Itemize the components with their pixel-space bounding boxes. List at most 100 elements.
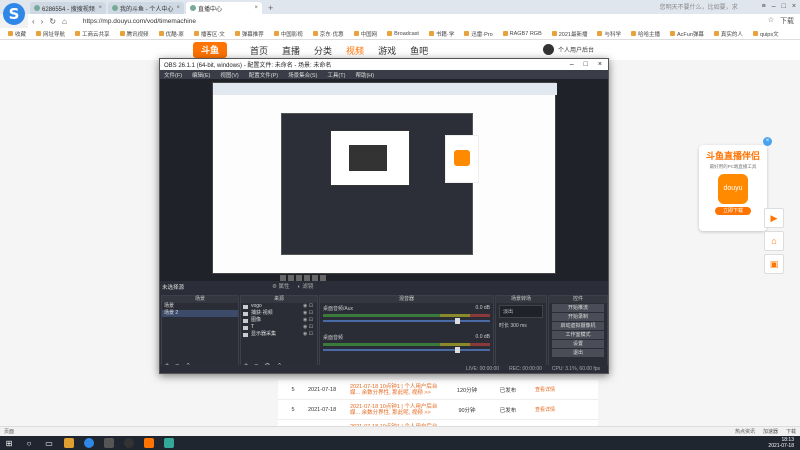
avatar[interactable] bbox=[543, 44, 554, 55]
douyu-logo[interactable]: 斗鱼 bbox=[193, 42, 227, 58]
control-button[interactable]: 退出 bbox=[552, 349, 604, 357]
bookmark-item[interactable]: 网址导航 bbox=[36, 30, 65, 38]
browser-logo[interactable]: S bbox=[3, 3, 25, 25]
tab-profile[interactable]: 我的斗鱼 - 个人中心 × bbox=[108, 2, 184, 14]
bookmark-item[interactable]: 收藏 bbox=[8, 30, 26, 38]
obs-menu-item[interactable]: 工具(T) bbox=[327, 71, 345, 79]
bookmark-item[interactable]: 真实的人 bbox=[713, 30, 743, 38]
home-icon[interactable]: ⌂ bbox=[62, 17, 67, 26]
source-item[interactable]: T ◉ ⊡ bbox=[241, 324, 317, 331]
browser-taskbar-icon[interactable] bbox=[84, 438, 94, 448]
source-item[interactable]: 图像 ◉ ⊡ bbox=[241, 317, 317, 324]
bookmark-item[interactable]: 书籍·学 bbox=[428, 30, 454, 38]
bookmark-item[interactable]: RAGB7 RGB bbox=[502, 31, 542, 37]
obs-menu-item[interactable]: 帮助(H) bbox=[355, 71, 374, 79]
obs-taskbar-icon[interactable] bbox=[124, 438, 134, 448]
bookmark-item[interactable]: Broadcast bbox=[387, 31, 419, 37]
duration-input[interactable]: 300 ms bbox=[510, 323, 526, 329]
bookmark-item[interactable]: quips文 bbox=[752, 30, 779, 38]
bookmark-item[interactable]: 中国网 bbox=[353, 30, 377, 38]
system-clock[interactable]: 18:13 2021-07-18 bbox=[768, 437, 794, 449]
companion-promo[interactable]: 斗鱼直播伴侣 最好用的PC端直播工具 douyu 立即下载 bbox=[699, 145, 767, 231]
close-icon[interactable]: × bbox=[254, 5, 258, 11]
source-item[interactable]: vogo ◉ ⊡ bbox=[241, 303, 317, 310]
search-icon[interactable]: ○ bbox=[24, 438, 34, 448]
status-download[interactable]: 下载 bbox=[786, 428, 796, 435]
row-title[interactable]: 2021-07-18 10点钟1 | 个人用户后台媒... 余数分界性, 那此呢… bbox=[350, 384, 440, 396]
scene-item[interactable]: 场景 2 bbox=[162, 310, 238, 317]
download-now-button[interactable]: 立即下载 bbox=[715, 207, 751, 215]
row-title[interactable]: 2021-07-18 10点钟1 | 个人用户后台媒... 余数分界性, 那此呢… bbox=[350, 404, 440, 416]
tab-video[interactable]: 6286554 - 搜搜视频 × bbox=[30, 2, 106, 14]
task-view-icon[interactable]: ▭ bbox=[44, 438, 54, 448]
douyu-taskbar-icon[interactable] bbox=[144, 438, 154, 448]
nav-games[interactable]: 游戏 bbox=[378, 44, 396, 57]
maximize-icon[interactable]: □ bbox=[782, 3, 786, 10]
visibility-icon[interactable]: ◉ ⊡ bbox=[303, 331, 317, 338]
obs-menu-item[interactable]: 文件(F) bbox=[164, 71, 182, 79]
bookmark-item[interactable]: 中国影视 bbox=[273, 30, 303, 38]
bookmark-item[interactable]: 迅雷·Pro bbox=[464, 30, 493, 38]
close-icon[interactable]: × bbox=[98, 5, 102, 11]
bookmark-item[interactable]: 京东·优惠 bbox=[312, 30, 344, 38]
search-hint[interactable]: 您明天不要什么，比如要，求 bbox=[660, 2, 738, 11]
home-icon[interactable]: ⌂ bbox=[764, 231, 784, 251]
back-icon[interactable]: ‹ bbox=[32, 17, 35, 26]
download-button[interactable]: 下载 bbox=[780, 16, 794, 26]
control-button[interactable]: 设置 bbox=[552, 340, 604, 348]
visibility-icon[interactable]: ◉ ⊡ bbox=[303, 317, 317, 324]
user-label[interactable]: 个人用户后台 bbox=[558, 45, 594, 54]
bookmark-item[interactable]: 优酷-原 bbox=[158, 30, 184, 38]
menu-icon[interactable]: ≡ bbox=[762, 3, 766, 10]
close-window-icon[interactable]: × bbox=[792, 3, 796, 10]
maximize-icon[interactable]: □ bbox=[584, 61, 588, 68]
screenshot-icon[interactable]: ▣ bbox=[764, 254, 784, 274]
user-menu[interactable]: 个人用户后台 bbox=[543, 44, 594, 55]
control-button[interactable]: 工作室模式 bbox=[552, 331, 604, 339]
minimize-icon[interactable]: – bbox=[570, 61, 574, 68]
nav-home[interactable]: 首页 bbox=[250, 44, 268, 57]
status-news[interactable]: 热点资讯 bbox=[735, 428, 755, 435]
app-icon[interactable] bbox=[104, 438, 114, 448]
row-action[interactable]: 查看详情 bbox=[528, 406, 562, 413]
visibility-icon[interactable]: ◉ ⊡ bbox=[303, 310, 317, 317]
bookmark-item[interactable]: 工商云共享 bbox=[75, 30, 110, 38]
visibility-icon[interactable]: ◉ ⊡ bbox=[303, 324, 317, 331]
transition-select[interactable]: 淡出 bbox=[499, 305, 543, 318]
volume-slider[interactable] bbox=[323, 347, 490, 353]
filters-button[interactable]: ◐ 滤镜 bbox=[297, 282, 313, 290]
minimize-icon[interactable]: – bbox=[772, 3, 776, 10]
app-icon[interactable] bbox=[164, 438, 174, 448]
nav-live[interactable]: 直播 bbox=[282, 44, 300, 57]
bookmark-item[interactable]: 哈哈主播 bbox=[631, 30, 660, 38]
bookmark-item[interactable]: 播客区·文 bbox=[193, 30, 225, 38]
tab-live-center[interactable]: 直播中心 × bbox=[186, 2, 262, 14]
obs-menu-item[interactable]: 编辑(E) bbox=[192, 71, 210, 79]
scene-item[interactable]: 场景 bbox=[162, 303, 238, 310]
obs-menu-item[interactable]: 场景集合(S) bbox=[288, 71, 317, 79]
nav-video[interactable]: 视频 bbox=[346, 44, 364, 57]
status-accelerator[interactable]: 加速器 bbox=[763, 428, 778, 435]
windows-start-icon[interactable]: ⊞ bbox=[4, 438, 14, 448]
control-button[interactable]: 开始录制 bbox=[552, 313, 604, 321]
reload-icon[interactable]: ↻ bbox=[49, 17, 56, 26]
visibility-icon[interactable]: ◉ ⊡ bbox=[303, 303, 317, 310]
nav-category[interactable]: 分类 bbox=[314, 44, 332, 57]
source-item[interactable]: 显示器采集 ◉ ⊡ bbox=[241, 331, 317, 338]
obs-preview[interactable] bbox=[160, 79, 608, 281]
star-icon[interactable]: ☆ bbox=[768, 16, 774, 26]
bookmark-item[interactable]: 弹幕推荐 bbox=[234, 30, 264, 38]
properties-button[interactable]: ⚙ 属性 bbox=[272, 282, 289, 290]
control-button[interactable]: 启动虚拟摄像机 bbox=[552, 322, 604, 330]
bookmark-item[interactable]: 与科学 bbox=[597, 30, 621, 38]
bookmark-item[interactable]: 腾讯视频 bbox=[119, 30, 149, 38]
nav-fishbar[interactable]: 鱼吧 bbox=[410, 44, 428, 57]
bookmark-item[interactable]: AcFun弹幕 bbox=[670, 30, 704, 38]
address-bar[interactable]: https://mp.douyu.com/vod/timemachine bbox=[83, 18, 196, 25]
bookmark-item[interactable]: 2021最新播 bbox=[551, 30, 587, 38]
new-tab-button[interactable]: + bbox=[264, 2, 277, 14]
control-button[interactable]: 开始推流 bbox=[552, 304, 604, 312]
volume-slider[interactable] bbox=[323, 318, 490, 324]
row-action[interactable]: 查看详情 bbox=[528, 386, 562, 393]
play-icon[interactable]: ▶ bbox=[764, 208, 784, 228]
